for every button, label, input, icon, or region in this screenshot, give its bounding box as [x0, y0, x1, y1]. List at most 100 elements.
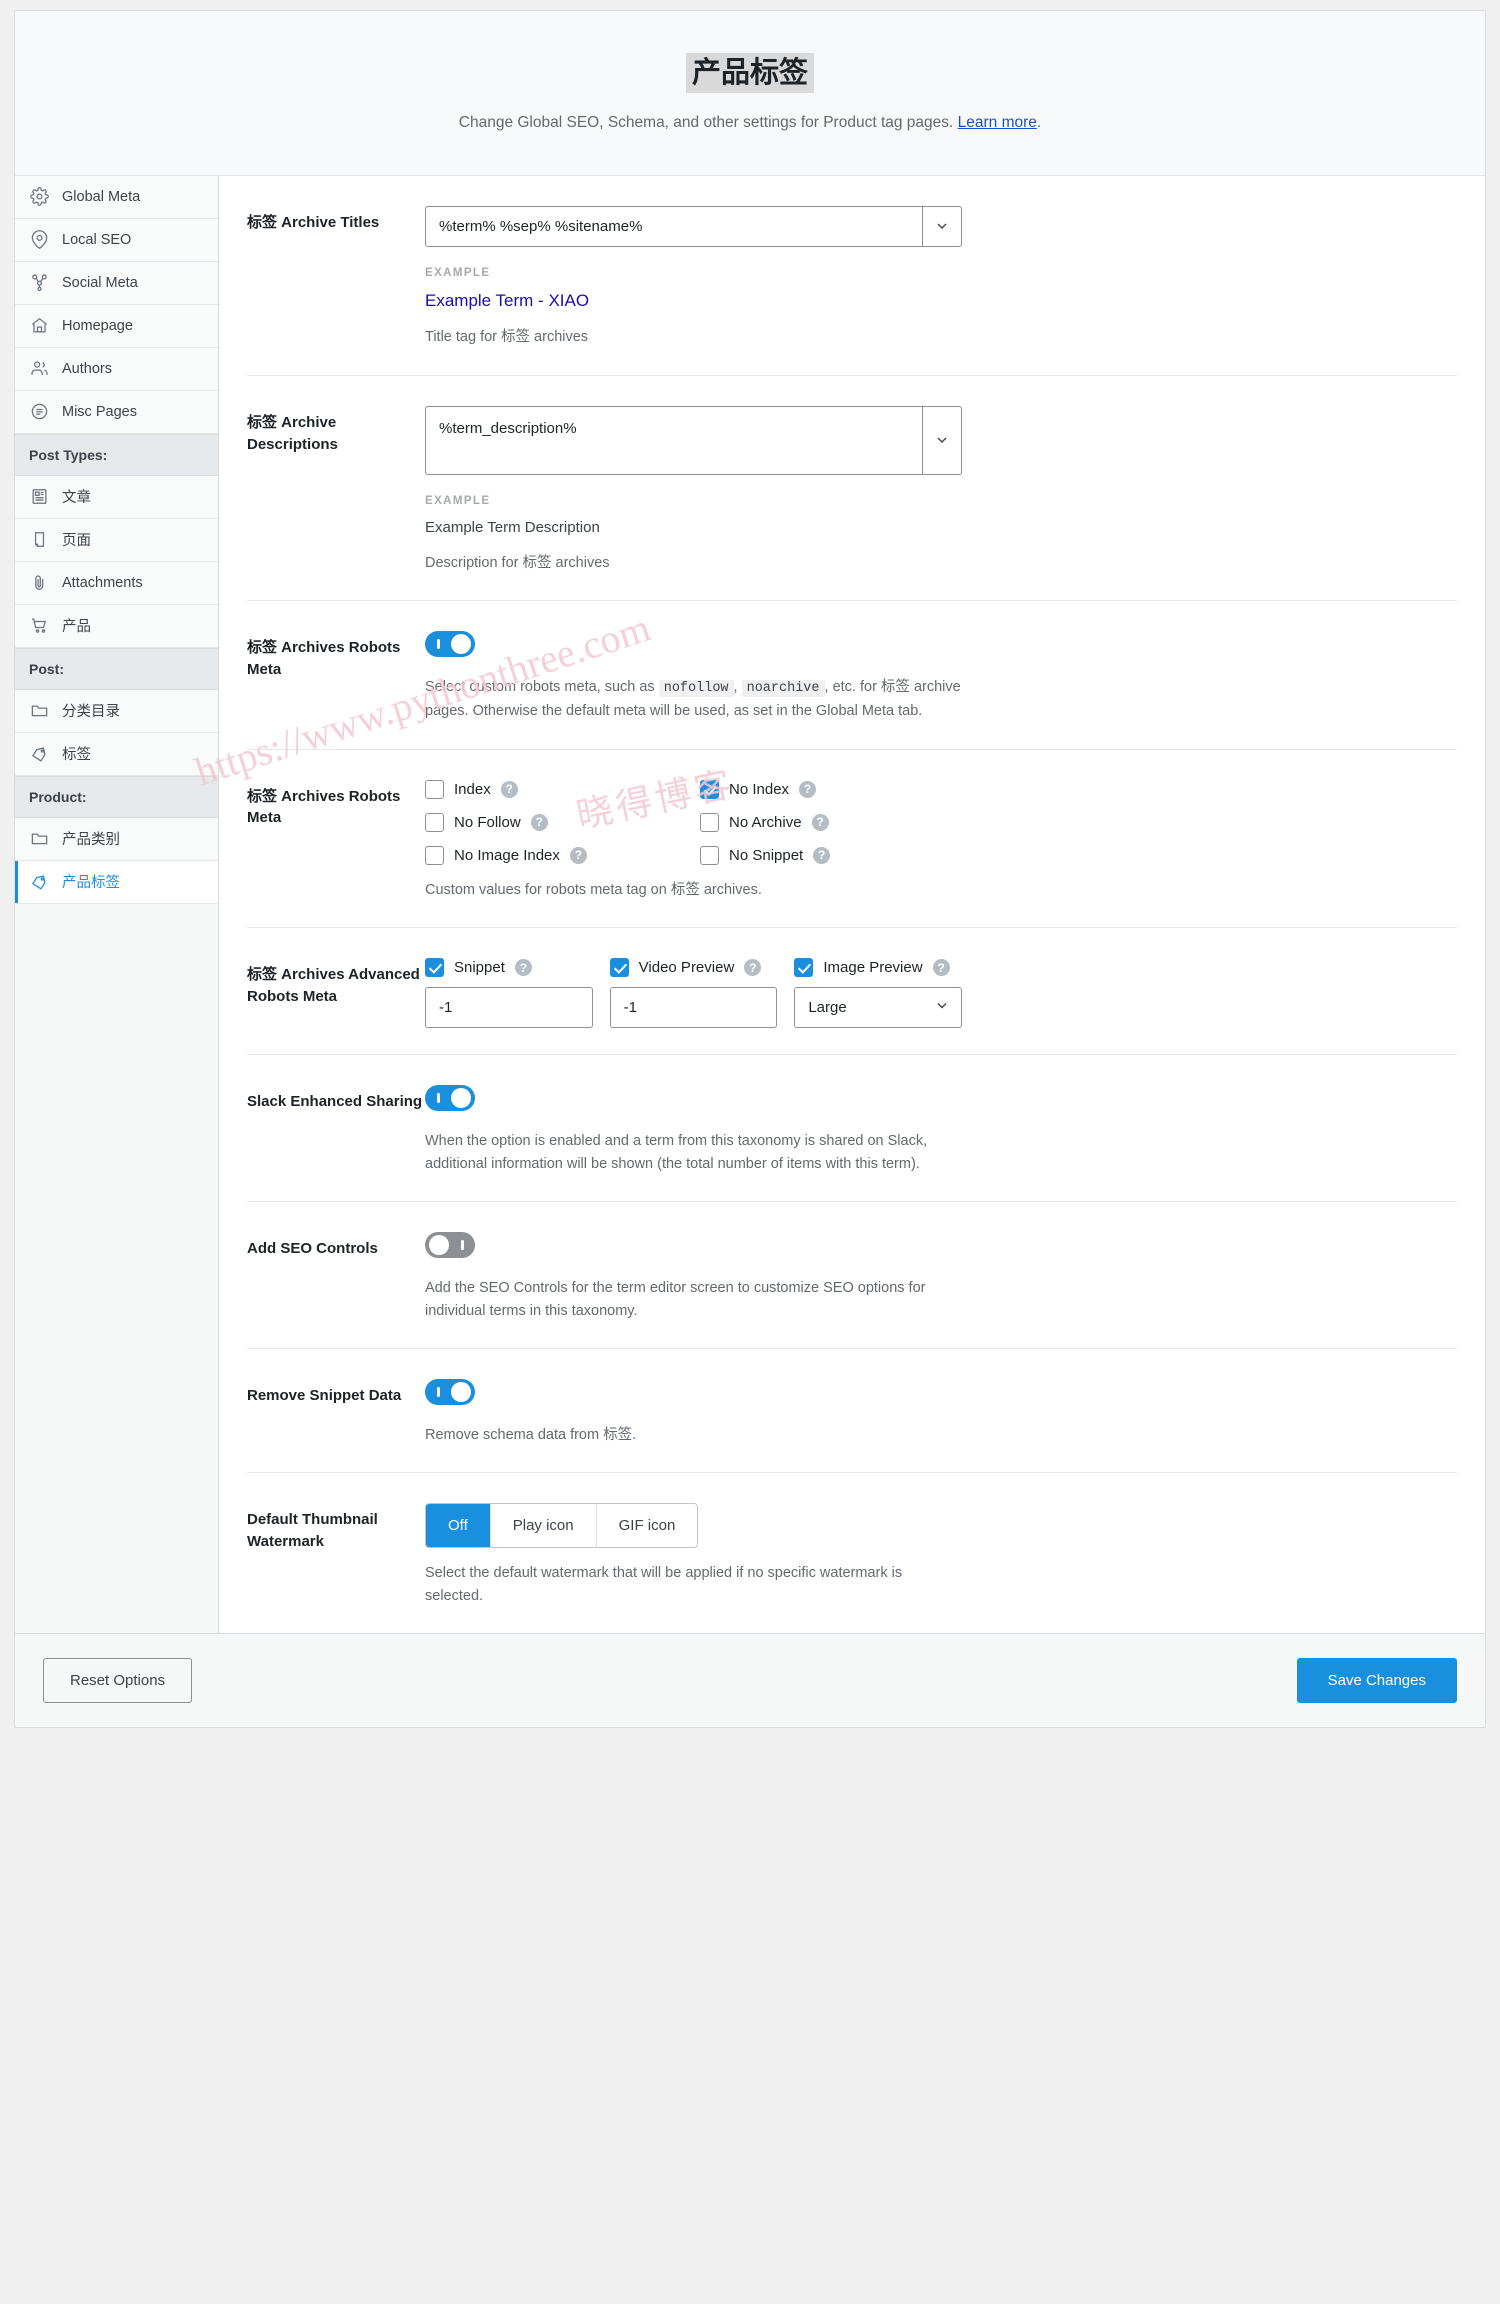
- sidebar-item-global-meta[interactable]: Global Meta: [15, 175, 218, 219]
- settings-form: 标签 Archive Titles EXAMPLE Example Term -…: [219, 175, 1485, 1634]
- watermark-option-play-icon[interactable]: Play icon: [490, 1504, 597, 1548]
- sidebar-item-product-categories[interactable]: 产品类别: [15, 817, 218, 861]
- sidebar-group-post: Post:: [15, 647, 218, 690]
- setting-slack-enhanced-sharing: Slack Enhanced Sharing When the option i…: [247, 1055, 1457, 1203]
- sidebar-item-label: 产品标签: [62, 875, 120, 891]
- toggle-knob: [429, 1235, 449, 1256]
- sidebar-item-product-tags[interactable]: 产品标签: [15, 860, 218, 904]
- archive-descriptions-input[interactable]: %term_description%: [425, 405, 922, 475]
- code-nofollow: nofollow: [658, 680, 734, 698]
- chevron-down-icon[interactable]: [922, 405, 962, 475]
- page-description: Change Global SEO, Schema, and other set…: [35, 111, 1465, 134]
- toggle-bar: [437, 1093, 440, 1104]
- sidebar-item-misc-pages[interactable]: Misc Pages: [15, 390, 218, 434]
- checkbox-video-preview[interactable]: [609, 958, 629, 978]
- checkbox-no-archive[interactable]: [700, 812, 719, 832]
- sidebar-item-posts[interactable]: 文章: [15, 475, 218, 519]
- cart-icon: [29, 616, 49, 636]
- setting-control: When the option is enabled and a term fr…: [425, 1085, 1457, 1175]
- sidebar-item-label: Social Meta: [62, 274, 138, 291]
- sidebar-item-tags[interactable]: 标签: [15, 732, 218, 776]
- checkbox-row-index[interactable]: Index ?: [425, 779, 700, 799]
- help-icon[interactable]: ?: [799, 780, 817, 798]
- checkbox-row-no-image-index[interactable]: No Image Index ?: [425, 845, 700, 865]
- reset-options-button[interactable]: Reset Options: [43, 1658, 193, 1704]
- checkbox-snippet[interactable]: [425, 958, 444, 978]
- help-icon[interactable]: ?: [569, 846, 587, 864]
- help-icon[interactable]: ?: [811, 813, 829, 831]
- sidebar-group-post-types: Post Types:: [15, 433, 218, 476]
- settings-page: 产品标签 Change Global SEO, Schema, and othe…: [0, 10, 1500, 1729]
- folder-icon: [29, 701, 49, 721]
- help-icon[interactable]: ?: [530, 813, 548, 831]
- slack-sharing-toggle[interactable]: [425, 1085, 475, 1112]
- sidebar-item-label: 产品类别: [62, 832, 120, 848]
- watermark-option-off[interactable]: Off: [426, 1504, 491, 1548]
- checkbox-row-video-preview[interactable]: Video Preview ?: [609, 958, 778, 978]
- checkbox-image-preview[interactable]: [794, 958, 814, 978]
- code-noarchive: noarchive: [741, 680, 825, 698]
- chevron-down-icon[interactable]: [922, 205, 962, 247]
- save-changes-button[interactable]: Save Changes: [1296, 1658, 1457, 1704]
- setting-label: 标签 Archives Robots Meta: [247, 787, 401, 827]
- checkbox-no-image-index[interactable]: [425, 845, 444, 865]
- archive-titles-input[interactable]: [425, 205, 922, 247]
- toggle-bar: [461, 1240, 464, 1251]
- tag-icon: [29, 872, 49, 892]
- setting-hint: Description for 标签 archives: [425, 554, 610, 571]
- folder-icon: [29, 829, 49, 849]
- page-title: 产品标签: [685, 53, 814, 94]
- content-area: Global Meta Local SEO Social Meta Homepa…: [15, 175, 1485, 1634]
- setting-hint: Custom values for robots meta tag on 标签 …: [425, 881, 762, 898]
- setting-control: Select custom robots meta, such as nofol…: [425, 631, 1457, 722]
- image-preview-select[interactable]: [794, 987, 963, 1029]
- checkbox-row-snippet[interactable]: Snippet ?: [425, 958, 593, 978]
- robots-meta-toggle[interactable]: [425, 631, 475, 658]
- help-icon[interactable]: ?: [744, 959, 762, 977]
- sidebar-item-social-meta[interactable]: Social Meta: [15, 261, 218, 305]
- checkbox-label: Image Preview: [823, 959, 923, 977]
- share-nodes-icon: [29, 273, 49, 293]
- help-icon[interactable]: ?: [813, 846, 831, 864]
- checkbox-no-follow[interactable]: [425, 812, 444, 832]
- sidebar-item-products[interactable]: 产品: [15, 604, 218, 648]
- setting-control: Remove schema data from 标签.: [425, 1378, 1457, 1446]
- watermark-option-gif-icon[interactable]: GIF icon: [596, 1504, 698, 1548]
- learn-more-link[interactable]: Learn more: [958, 114, 1037, 131]
- setting-default-thumbnail-watermark: Default Thumbnail Watermark Off Play ico…: [247, 1473, 1457, 1633]
- help-icon[interactable]: ?: [514, 959, 532, 977]
- sidebar-item-local-seo[interactable]: Local SEO: [15, 218, 218, 262]
- video-preview-value-input[interactable]: [609, 987, 778, 1029]
- checkbox-row-no-index[interactable]: No Index ?: [700, 779, 985, 799]
- setting-control: EXAMPLE Example Term - XIAO Title tag fo…: [425, 205, 1457, 349]
- checkbox-label: No Follow: [454, 813, 521, 831]
- checkbox-row-no-snippet[interactable]: No Snippet ?: [700, 845, 985, 865]
- sidebar-item-categories[interactable]: 分类目录: [15, 689, 218, 733]
- setting-hint: Remove schema data from 标签.: [425, 1426, 637, 1443]
- sidebar-item-authors[interactable]: Authors: [15, 347, 218, 391]
- example-label: EXAMPLE: [425, 494, 491, 507]
- sidebar-item-attachments[interactable]: Attachments: [15, 561, 218, 605]
- checkbox-index[interactable]: [425, 779, 444, 799]
- help-icon[interactable]: ?: [932, 959, 950, 977]
- sidebar-item-label: 文章: [62, 490, 91, 506]
- checkbox-row-no-archive[interactable]: No Archive ?: [700, 812, 985, 832]
- sidebar-item-pages[interactable]: 页面: [15, 518, 218, 562]
- snippet-value-input[interactable]: [425, 987, 593, 1029]
- archive-descriptions-input-group: %term_description%: [425, 405, 962, 475]
- page-description-period: .: [1036, 114, 1042, 132]
- remove-snippet-toggle[interactable]: [425, 1378, 475, 1405]
- checkbox-no-index[interactable]: [700, 779, 719, 799]
- help-icon[interactable]: ?: [500, 780, 518, 798]
- checkbox-row-no-follow[interactable]: No Follow ?: [425, 812, 700, 832]
- checkbox-row-image-preview[interactable]: Image Preview ?: [794, 958, 962, 978]
- list-circle-icon: [29, 402, 49, 422]
- example-value: Example Term Description: [425, 518, 600, 536]
- checkbox-no-snippet[interactable]: [700, 845, 719, 865]
- checkbox-label: No Image Index: [454, 846, 560, 864]
- sidebar-item-homepage[interactable]: Homepage: [15, 304, 218, 348]
- setting-robots-meta-toggle: 标签 Archives Robots Meta Select custom ro…: [247, 601, 1457, 750]
- settings-panel: 产品标签 Change Global SEO, Schema, and othe…: [14, 10, 1486, 1729]
- seo-controls-toggle[interactable]: [425, 1232, 475, 1259]
- setting-archive-titles: 标签 Archive Titles EXAMPLE Example Term -…: [247, 176, 1457, 376]
